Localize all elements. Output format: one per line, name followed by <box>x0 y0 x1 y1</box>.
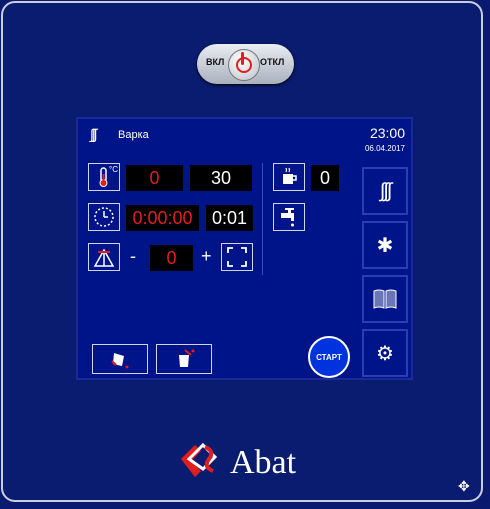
clock-icon[interactable] <box>88 203 120 231</box>
clock-date: 06.04.2017 <box>364 144 405 153</box>
power-switch[interactable]: ВКЛ ОТКЛ <box>197 44 294 84</box>
brand-name: Abat <box>230 444 297 481</box>
fullscreen-icon[interactable] <box>221 243 253 271</box>
power-knob[interactable] <box>228 49 260 81</box>
steam-icon: ∫∫∫ <box>90 126 97 142</box>
recipe-book-button[interactable] <box>362 275 408 323</box>
current-temperature: 0 <box>126 165 183 191</box>
power-indicator-icon <box>241 52 244 65</box>
cooling-button[interactable]: ✱ <box>362 221 408 269</box>
steam-mode-icon: ∫∫∫ <box>379 179 393 202</box>
column-divider <box>262 163 263 275</box>
cup-icon[interactable] <box>273 163 305 191</box>
drain-button[interactable] <box>92 344 148 374</box>
mode-label: Варка <box>118 129 149 141</box>
recipe-book-icon <box>373 289 397 309</box>
move-handle-icon[interactable]: ✥ <box>458 478 476 496</box>
water-tap-icon[interactable] <box>273 203 305 231</box>
drain-icon <box>111 353 129 369</box>
temperature-unit: °C <box>109 165 118 174</box>
settings-gear-icon: ⚙ <box>376 342 394 365</box>
elapsed-time: 0:00:00 <box>126 205 199 231</box>
settings-button[interactable]: ⚙ <box>362 329 408 377</box>
fan-speed-icon[interactable] <box>88 243 120 271</box>
set-time[interactable]: 0:01 <box>206 205 253 231</box>
thermometer-icon[interactable]: °C <box>88 163 120 191</box>
snowflake-icon: ✱ <box>376 234 394 257</box>
fill-icon <box>179 349 195 367</box>
fan-minus-button[interactable]: - <box>130 246 136 267</box>
fan-speed-value: 0 <box>150 245 193 271</box>
power-on-label: ВКЛ <box>206 57 225 67</box>
steam-mode-button[interactable]: ∫∫∫ <box>362 167 408 215</box>
humidity-value[interactable]: 0 <box>311 165 339 191</box>
target-temperature[interactable]: 30 <box>190 165 252 191</box>
start-button[interactable]: СТАРТ <box>308 336 350 378</box>
touch-screen: ∫∫∫ Варка 23:00 06.04.2017 °C 0 30 0:00:… <box>76 117 413 380</box>
fill-button[interactable] <box>156 344 212 374</box>
power-off-label: ОТКЛ <box>260 57 285 67</box>
clock-time: 23:00 <box>369 125 405 141</box>
fan-plus-button[interactable]: + <box>201 246 212 267</box>
